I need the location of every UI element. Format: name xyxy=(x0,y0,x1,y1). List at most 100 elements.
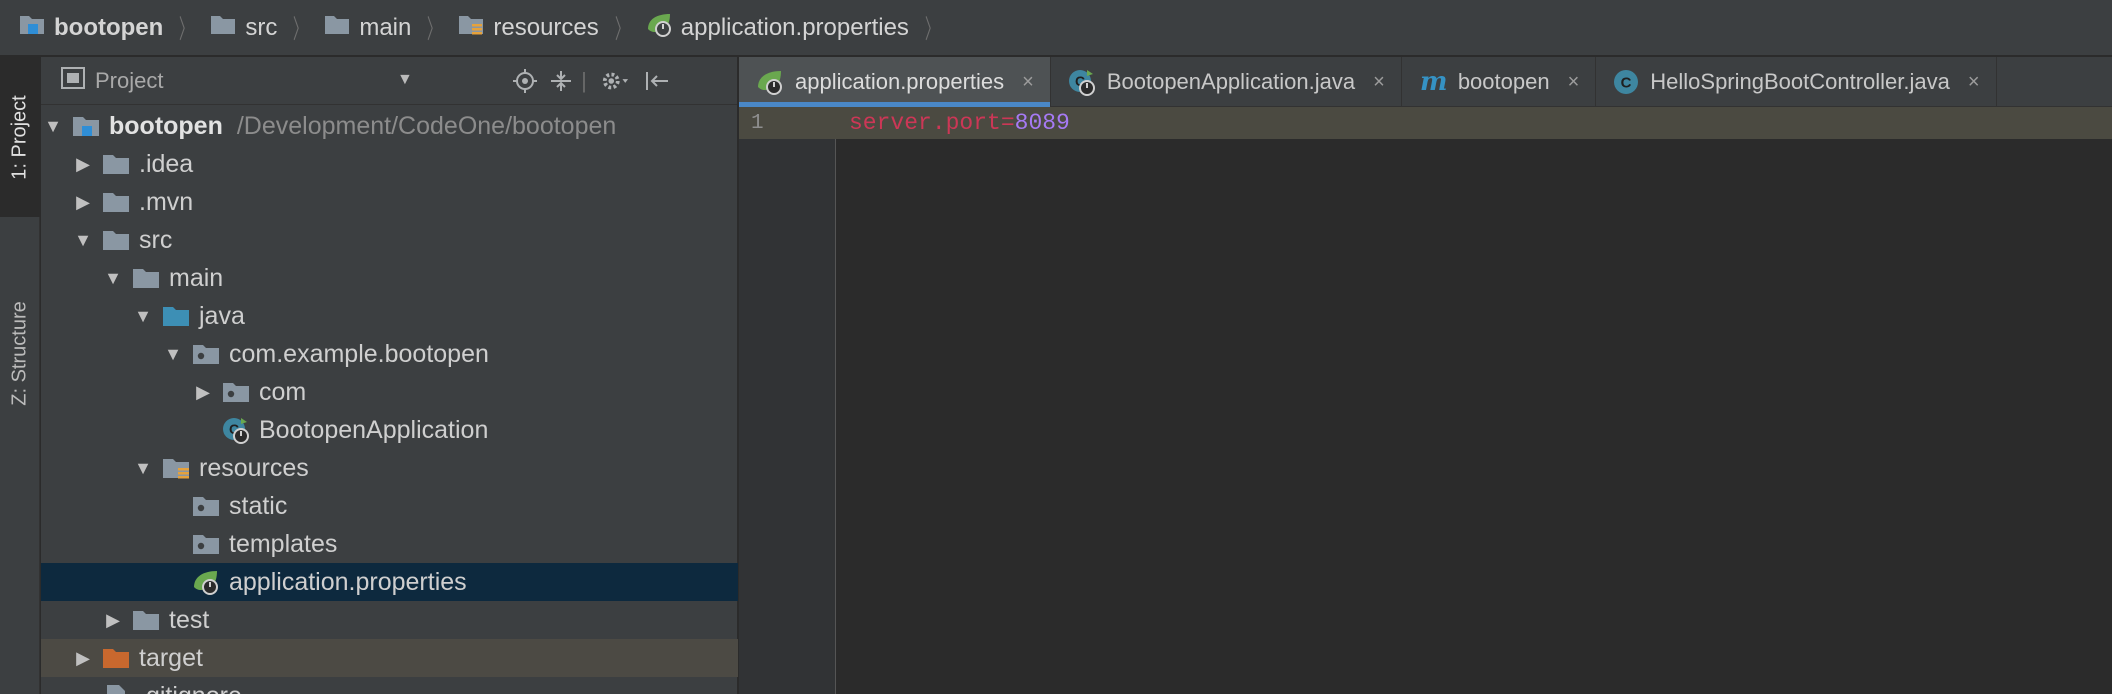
folder-icon xyxy=(101,149,131,179)
view-mode-dropdown[interactable]: ▼ xyxy=(397,71,413,89)
tree-item-label: java xyxy=(199,301,245,330)
close-icon[interactable]: × xyxy=(1022,71,1034,94)
collapse-arrow-icon[interactable]: ▼ xyxy=(133,458,153,478)
editor-tab-bootopen[interactable]: m bootopen × xyxy=(1402,57,1597,107)
expand-arrow-icon[interactable]: ▶ xyxy=(73,192,93,212)
spring-properties-icon xyxy=(755,68,785,96)
breadcrumb-main[interactable]: main xyxy=(323,0,411,56)
folder-icon xyxy=(209,12,237,43)
tree-item-label: resources xyxy=(199,453,309,482)
collapse-arrow-icon[interactable]: ▼ xyxy=(73,230,93,250)
tree-item-mvn[interactable]: ▶ .mvn xyxy=(41,183,738,221)
package-icon xyxy=(191,339,221,369)
tree-item-label: .idea xyxy=(139,149,194,178)
collapse-all-icon[interactable] xyxy=(547,67,575,95)
tree-item-target[interactable]: ▶ target xyxy=(41,639,738,677)
collapse-arrow-icon[interactable]: ▼ xyxy=(163,344,183,364)
editor-tab-hellospringbootcontroller-java[interactable]: C HelloSpringBootController.java × xyxy=(1596,57,1997,107)
hide-panel-icon[interactable] xyxy=(643,67,671,95)
tree-item-label: com xyxy=(259,377,307,406)
project-panel: Project ▼ | ▼ bootopen/Development/CodeOn… xyxy=(41,57,738,694)
line-number: 1 xyxy=(751,112,764,135)
editor-tab-bar: application.properties × C BootopenApplicat… xyxy=(739,57,2112,107)
tree-item-bootopen[interactable]: ▼ bootopen/Development/CodeOne/bootopen xyxy=(41,107,738,145)
project-panel-title: Project xyxy=(95,67,164,93)
spring-boot-class-icon: C xyxy=(221,415,251,445)
structure-tool-tab-label: Z: Structure xyxy=(8,300,31,406)
tree-item-label: .gitignore xyxy=(139,682,242,694)
editor-tab-bootopenapplication-java[interactable]: C BootopenApplication.java × xyxy=(1051,57,1402,107)
locate-icon[interactable] xyxy=(511,67,539,95)
code-area[interactable] xyxy=(836,107,2112,694)
editor-tab-application-properties[interactable]: application.properties × xyxy=(739,57,1051,107)
svg-text:m: m xyxy=(1420,68,1448,96)
breadcrumb-src[interactable]: src xyxy=(209,0,277,56)
tree-item-com-example-bootopen[interactable]: ▼ com.example.bootopen xyxy=(41,335,738,373)
folder-icon xyxy=(101,225,131,255)
breadcrumb-application-properties[interactable]: application.properties xyxy=(645,0,909,56)
breadcrumb-separator: 〉 xyxy=(427,14,442,44)
source-folder-icon xyxy=(161,301,191,331)
project-path-hint: /Development/CodeOne/bootopen xyxy=(236,111,617,140)
code-line[interactable]: server.port=8089 xyxy=(849,110,1070,136)
tab-label: application.properties xyxy=(795,69,1005,94)
close-icon[interactable]: × xyxy=(1968,71,1980,94)
collapse-arrow-icon[interactable]: ▼ xyxy=(43,116,63,136)
tab-label: HelloSpringBootController.java xyxy=(1650,69,1950,94)
property-key: server.port= xyxy=(849,110,1015,136)
breadcrumb-separator: 〉 xyxy=(614,14,629,44)
property-value: 8089 xyxy=(1014,110,1070,136)
folder-icon xyxy=(131,605,161,635)
resources-folder-icon xyxy=(457,12,485,43)
breadcrumb-separator: 〉 xyxy=(293,14,308,44)
expand-arrow-icon[interactable]: ▶ xyxy=(73,648,93,668)
excluded-folder-icon xyxy=(101,643,131,673)
breadcrumb-label: resources xyxy=(493,13,599,41)
tree-item-main[interactable]: ▼ main xyxy=(41,259,738,297)
collapse-arrow-icon[interactable]: ▼ xyxy=(103,268,123,288)
tree-item-name: bootopen xyxy=(109,111,223,140)
breadcrumb-bootopen[interactable]: bootopen xyxy=(18,0,163,56)
tree-item-templates[interactable]: templates xyxy=(41,525,738,563)
breadcrumb-label: application.properties xyxy=(680,13,909,41)
folder-icon xyxy=(101,187,131,217)
tab-label: bootopen xyxy=(1457,69,1550,94)
tree-item-gitignore[interactable]: .gitignore xyxy=(41,677,738,694)
expand-arrow-icon[interactable]: ▶ xyxy=(73,154,93,174)
expand-arrow-icon[interactable]: ▶ xyxy=(193,382,213,402)
breadcrumb-separator: 〉 xyxy=(924,14,940,44)
maven-icon: m xyxy=(1418,68,1448,96)
tree-item-resources[interactable]: ▼ resources xyxy=(41,449,738,487)
close-icon[interactable]: × xyxy=(1373,71,1385,94)
project-view-icon xyxy=(61,67,85,94)
tree-item-java[interactable]: ▼ java xyxy=(41,297,738,335)
tree-item-application-properties[interactable]: application.properties xyxy=(41,563,738,601)
folder-icon xyxy=(131,263,161,293)
gear-icon[interactable] xyxy=(601,67,629,95)
tree-item-idea[interactable]: ▶ .idea xyxy=(41,145,738,183)
breadcrumb-resources[interactable]: resources xyxy=(457,0,599,56)
tree-item-src[interactable]: ▼ src xyxy=(41,221,738,259)
expand-arrow-icon[interactable]: ▶ xyxy=(103,610,123,630)
breadcrumb-separator: 〉 xyxy=(179,14,194,44)
collapse-arrow-icon[interactable]: ▼ xyxy=(133,306,153,326)
tree-item-com[interactable]: ▶ com xyxy=(41,373,738,411)
tree-item-label: templates xyxy=(229,529,338,558)
tree-item-static[interactable]: static xyxy=(41,487,738,525)
breadcrumb-label: bootopen xyxy=(54,13,164,41)
editor-panel: application.properties × C BootopenApplicat… xyxy=(739,57,2112,694)
project-tool-tab[interactable]: 1: Project xyxy=(0,57,40,217)
package-icon xyxy=(191,529,221,559)
structure-tool-tab[interactable]: Z: Structure xyxy=(0,243,40,463)
breadcrumb-label: src xyxy=(245,13,278,41)
project-tool-tab-label: 1: Project xyxy=(8,94,31,180)
tree-item-label: test xyxy=(169,605,210,634)
navigation-bar: bootopen 〉 src 〉 main 〉 resources 〉 appl… xyxy=(0,0,2112,56)
tool-window-strip: 1: Project Z: Structure xyxy=(0,57,40,694)
tree-item-test[interactable]: ▶ test xyxy=(41,601,738,639)
tree-item-bootopenapplication[interactable]: C BootopenApplication xyxy=(41,411,738,449)
tab-label: BootopenApplication.java xyxy=(1106,69,1356,94)
project-panel-header: Project ▼ | xyxy=(41,57,737,105)
spring-properties-icon xyxy=(645,11,673,44)
close-icon[interactable]: × xyxy=(1568,71,1580,94)
